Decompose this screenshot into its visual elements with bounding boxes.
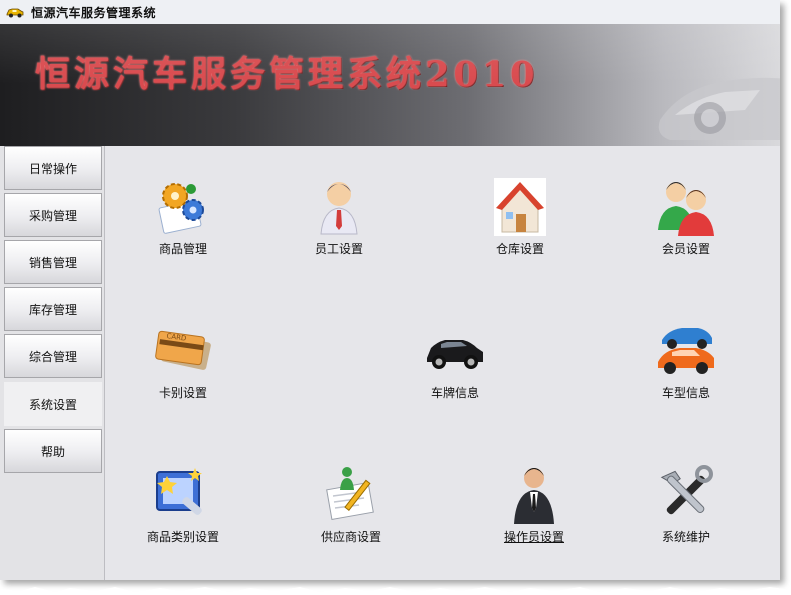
sidebar-item-daily-ops[interactable]: 日常操作 bbox=[4, 146, 102, 190]
item-label: 车型信息 bbox=[661, 386, 710, 400]
item-label: 商品管理 bbox=[158, 242, 207, 256]
item-card-type-settings[interactable]: CARD 卡别设置 bbox=[113, 318, 253, 401]
header-banner: 恒源汽车服务管理系统2010 bbox=[0, 24, 780, 146]
item-label: 车牌信息 bbox=[430, 386, 479, 400]
sidebar-item-general[interactable]: 综合管理 bbox=[4, 334, 102, 378]
members-icon bbox=[658, 182, 714, 236]
sidebar-item-inventory[interactable]: 库存管理 bbox=[4, 287, 102, 331]
item-product-management[interactable]: 商品管理 bbox=[113, 174, 253, 257]
item-label: 会员设置 bbox=[661, 242, 710, 256]
sidebar-nav: 日常操作 采购管理 销售管理 库存管理 综合管理 系统设置 帮助 bbox=[0, 146, 105, 580]
item-supplier-settings[interactable]: 供应商设置 bbox=[281, 462, 421, 545]
tools-icon bbox=[660, 465, 713, 515]
sidebar-item-purchasing[interactable]: 采购管理 bbox=[4, 193, 102, 237]
item-label: 仓库设置 bbox=[495, 242, 544, 256]
employee-icon bbox=[320, 182, 358, 235]
banner-title: 恒源汽车服务管理系统2010 bbox=[35, 54, 539, 95]
cards-icon: CARD bbox=[155, 330, 211, 370]
banner-car-image bbox=[658, 77, 780, 140]
item-operator-settings[interactable]: 操作员设置 bbox=[464, 462, 604, 545]
item-label: 供应商设置 bbox=[320, 530, 381, 544]
item-label: 操作员设置 bbox=[503, 530, 564, 544]
operator-icon bbox=[514, 468, 554, 524]
cars-icon bbox=[658, 328, 714, 374]
settings-panel: 商品管理 员工设置 仓库设置 会员设置 CARD 卡别设置 车牌信息 车型信息 … bbox=[104, 146, 780, 580]
item-member-settings[interactable]: 会员设置 bbox=[616, 174, 756, 257]
sidebar-item-system-settings[interactable]: 系统设置 bbox=[4, 382, 102, 426]
black-car-icon bbox=[427, 340, 483, 369]
item-warehouse-settings[interactable]: 仓库设置 bbox=[450, 174, 590, 257]
sidebar-item-help[interactable]: 帮助 bbox=[4, 429, 102, 473]
supplier-icon bbox=[326, 467, 374, 520]
item-label: 系统维护 bbox=[661, 530, 710, 544]
sidebar-item-sales[interactable]: 销售管理 bbox=[4, 240, 102, 284]
gears-icon bbox=[158, 183, 204, 234]
item-system-maintenance[interactable]: 系统维护 bbox=[616, 462, 756, 545]
item-label: 卡别设置 bbox=[158, 386, 207, 400]
main-window: 恒源汽车服务管理系统 恒源汽车服务管理系统2010 日常操作 采购管理 销售管理… bbox=[0, 0, 780, 580]
car-icon bbox=[6, 8, 24, 18]
category-icon bbox=[156, 468, 202, 515]
title-bar: 恒源汽车服务管理系统 bbox=[0, 0, 780, 25]
window-title: 恒源汽车服务管理系统 bbox=[31, 5, 157, 20]
item-employee-settings[interactable]: 员工设置 bbox=[269, 174, 409, 257]
item-label: 商品类别设置 bbox=[146, 530, 219, 544]
item-product-category-settings[interactable]: 商品类别设置 bbox=[113, 462, 253, 545]
item-vehicle-model-info[interactable]: 车型信息 bbox=[616, 318, 756, 401]
item-plate-info[interactable]: 车牌信息 bbox=[385, 318, 525, 401]
item-label: 员工设置 bbox=[314, 242, 363, 256]
house-icon bbox=[494, 178, 546, 236]
torn-edge bbox=[0, 587, 791, 595]
